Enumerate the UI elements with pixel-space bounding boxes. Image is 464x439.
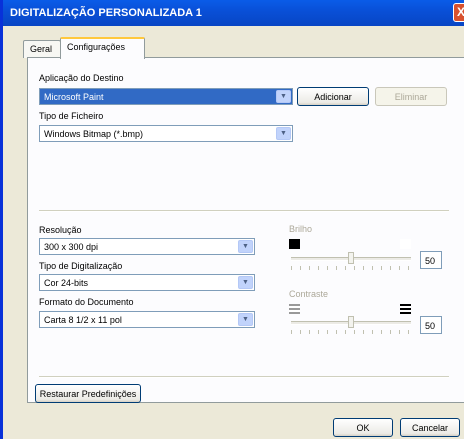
title-bar: DIGITALIZAÇÃO PERSONALIZADA 1 X xyxy=(3,0,464,26)
window-title: DIGITALIZAÇÃO PERSONALIZADA 1 xyxy=(10,7,202,19)
destination-label: Aplicação do Destino xyxy=(39,73,124,83)
close-button[interactable]: X xyxy=(453,3,464,22)
tab-geral[interactable]: Geral xyxy=(23,40,61,58)
scan-type-label: Tipo de Digitalização xyxy=(39,261,123,271)
chevron-down-icon[interactable]: ▼ xyxy=(238,240,253,253)
resolution-label: Resolução xyxy=(39,225,82,235)
file-type-select[interactable]: Windows Bitmap (*.bmp) ▼ xyxy=(39,125,293,142)
contrast-value[interactable]: 50 xyxy=(420,316,442,334)
light-swatch-icon xyxy=(400,239,411,249)
contrast-slider-thumb[interactable] xyxy=(348,316,354,328)
brightness-value[interactable]: 50 xyxy=(420,251,442,269)
ok-button[interactable]: OK xyxy=(333,418,393,437)
doc-format-select[interactable]: Carta 8 1/2 x 11 pol ▼ xyxy=(39,311,255,328)
restore-defaults-button[interactable]: Restaurar Predefinições xyxy=(35,384,141,403)
remove-button[interactable]: Eliminar xyxy=(375,87,447,106)
cancel-button[interactable]: Cancelar xyxy=(400,418,460,437)
destination-value: Microsoft Paint xyxy=(44,92,104,102)
brightness-label: Brilho xyxy=(289,224,313,234)
file-type-label: Tipo de Ficheiro xyxy=(39,111,104,121)
chevron-down-icon[interactable]: ▼ xyxy=(276,127,291,140)
destination-select[interactable]: Microsoft Paint ▼ xyxy=(39,88,293,105)
brightness-ticks xyxy=(291,266,411,270)
high-contrast-icon xyxy=(400,304,411,314)
file-type-value: Windows Bitmap (*.bmp) xyxy=(44,129,144,139)
chevron-down-icon[interactable]: ▼ xyxy=(276,90,291,103)
divider xyxy=(39,210,449,212)
chevron-down-icon[interactable]: ▼ xyxy=(238,313,253,326)
doc-format-label: Formato do Documento xyxy=(39,297,134,307)
scan-type-select[interactable]: Cor 24-bits ▼ xyxy=(39,274,255,291)
resolution-value: 300 x 300 dpi xyxy=(44,242,99,252)
dark-swatch-icon xyxy=(289,239,300,249)
low-contrast-icon xyxy=(289,304,300,314)
divider xyxy=(39,376,449,378)
scan-type-value: Cor 24-bits xyxy=(44,278,89,288)
brightness-slider-thumb[interactable] xyxy=(348,252,354,264)
add-button[interactable]: Adicionar xyxy=(297,87,369,106)
contrast-label: Contraste xyxy=(289,289,329,299)
doc-format-value: Carta 8 1/2 x 11 pol xyxy=(44,315,122,325)
resolution-select[interactable]: 300 x 300 dpi ▼ xyxy=(39,238,255,255)
chevron-down-icon[interactable]: ▼ xyxy=(238,276,253,289)
tab-configuracoes[interactable]: Configurações xyxy=(60,37,145,59)
dialog-window: DIGITALIZAÇÃO PERSONALIZADA 1 X Geral Co… xyxy=(0,0,464,439)
close-icon: X xyxy=(456,5,464,19)
contrast-ticks xyxy=(291,330,411,334)
settings-panel xyxy=(27,57,464,403)
